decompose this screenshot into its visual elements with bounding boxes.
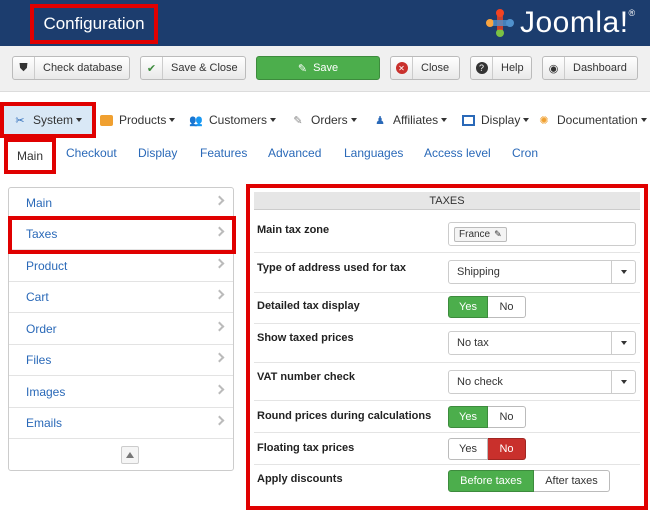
detailed-tax-toggle: Yes No xyxy=(448,296,526,318)
caret-down-icon xyxy=(640,118,647,122)
tab-languages[interactable]: Languages xyxy=(344,146,403,160)
sidebar-item-images[interactable]: Images xyxy=(9,377,233,408)
tab-advanced[interactable]: Advanced xyxy=(268,146,321,160)
sidebar-taxes-highlight xyxy=(8,216,236,254)
menu-system[interactable]: ✂ System xyxy=(12,106,83,134)
taxes-panel: TAXES Main tax zone France ✎ Type of add… xyxy=(246,184,648,510)
sidebar-item-emails[interactable]: Emails xyxy=(9,408,233,439)
caret-down-icon xyxy=(523,118,530,122)
sidebar-item-files[interactable]: Files xyxy=(9,345,233,376)
close-button[interactable]: ✕ Close xyxy=(390,56,460,80)
panel-heading: TAXES xyxy=(254,192,640,210)
caret-down-icon xyxy=(611,332,635,354)
caret-down-icon xyxy=(611,371,635,393)
detailed-tax-label: Detailed tax display xyxy=(257,300,360,312)
shield-icon: ⛊ xyxy=(13,57,35,79)
help-icon: ? xyxy=(471,57,493,79)
apply-discounts-label: Apply discounts xyxy=(257,473,343,485)
orders-icon: ✎ xyxy=(293,114,303,127)
menu-affiliates[interactable]: ♟ Affiliates xyxy=(372,106,448,134)
page-title: Configuration xyxy=(30,4,158,44)
caret-down-icon xyxy=(76,118,83,122)
round-prices-label: Round prices during calculations xyxy=(257,410,432,422)
apply-discounts-toggle: Before taxes After taxes xyxy=(448,470,610,492)
round-prices-yes[interactable]: Yes xyxy=(448,406,488,428)
floating-tax-toggle: Yes No xyxy=(448,438,526,460)
show-taxed-label: Show taxed prices xyxy=(257,332,354,344)
main-tax-zone-label: Main tax zone xyxy=(257,224,330,236)
show-taxed-select[interactable]: No tax xyxy=(448,331,636,355)
sidebar-item-order[interactable]: Order xyxy=(9,314,233,345)
affiliates-icon: ♟ xyxy=(375,114,385,127)
round-prices-toggle: Yes No xyxy=(448,406,526,428)
main-tax-zone-field[interactable]: France ✎ xyxy=(448,222,636,246)
chevron-right-icon xyxy=(214,352,225,363)
caret-down-icon xyxy=(441,118,448,122)
pencil-icon: ✎ xyxy=(494,229,502,239)
close-icon: ✕ xyxy=(391,57,413,79)
detailed-tax-yes[interactable]: Yes xyxy=(448,296,488,318)
menu-display[interactable]: Display xyxy=(460,106,530,134)
tab-display[interactable]: Display xyxy=(138,146,177,160)
chevron-right-icon xyxy=(214,258,225,269)
dashboard-icon: ◉ xyxy=(543,57,565,79)
users-icon: 👥 xyxy=(189,114,203,127)
caret-down-icon xyxy=(270,118,277,122)
detailed-tax-no[interactable]: No xyxy=(488,296,526,318)
discounts-after-taxes[interactable]: After taxes xyxy=(534,470,610,492)
sidebar-item-product[interactable]: Product xyxy=(9,251,233,282)
vat-check-label: VAT number check xyxy=(257,371,356,383)
joomla-logo-icon xyxy=(484,7,516,39)
caret-down-icon xyxy=(169,118,176,122)
menu-products[interactable]: Products xyxy=(98,106,176,134)
save-button[interactable]: ✎ Save xyxy=(256,56,380,80)
display-icon xyxy=(460,113,476,127)
sidebar-item-cart[interactable]: Cart xyxy=(9,282,233,313)
round-prices-no[interactable]: No xyxy=(488,406,526,428)
floating-tax-yes[interactable]: Yes xyxy=(448,438,488,460)
floating-tax-label: Floating tax prices xyxy=(257,442,355,454)
discounts-before-taxes[interactable]: Before taxes xyxy=(448,470,534,492)
caret-down-icon xyxy=(350,118,357,122)
menu-customers[interactable]: 👥 Customers xyxy=(188,106,277,134)
vat-check-select[interactable]: No check xyxy=(448,370,636,394)
dashboard-button[interactable]: ◉ Dashboard xyxy=(542,56,638,80)
tab-access-level[interactable]: Access level xyxy=(424,146,491,160)
chevron-right-icon xyxy=(214,415,225,426)
tab-features[interactable]: Features xyxy=(200,146,247,160)
wrench-icon: ✂ xyxy=(15,114,25,127)
app-header: Configuration Joomla! ® xyxy=(0,0,650,46)
chevron-right-icon xyxy=(214,195,225,206)
edit-icon: ✎ xyxy=(297,62,308,75)
help-button[interactable]: ? Help xyxy=(470,56,532,80)
joomla-logo: Joomla! ® xyxy=(484,6,635,40)
toolbar: ⛊ Check database ✔ Save & Close ✎ Save ✕… xyxy=(0,46,650,92)
address-type-select[interactable]: Shipping xyxy=(448,260,636,284)
chevron-right-icon xyxy=(214,289,225,300)
check-database-button[interactable]: ⛊ Check database xyxy=(12,56,130,80)
menu-documentation[interactable]: ✺ Documentation xyxy=(536,106,647,134)
sidebar-item-main[interactable]: Main xyxy=(9,188,233,219)
chevron-right-icon xyxy=(214,384,225,395)
chevron-right-icon xyxy=(214,321,225,332)
check-icon: ✔ xyxy=(141,57,163,79)
menu-orders[interactable]: ✎ Orders xyxy=(290,106,357,134)
save-close-button[interactable]: ✔ Save & Close xyxy=(140,56,246,80)
scroll-to-top-button[interactable] xyxy=(121,446,139,464)
main-menu: ✂ System Products 👥 Customers ✎ Orders ♟… xyxy=(0,102,650,138)
tab-checkout[interactable]: Checkout xyxy=(66,146,117,160)
tab-cron[interactable]: Cron xyxy=(512,146,538,160)
documentation-icon: ✺ xyxy=(539,114,549,127)
config-tabs: Checkout Display Features Advanced Langu… xyxy=(0,138,650,174)
caret-down-icon xyxy=(611,261,635,283)
products-icon xyxy=(98,113,114,127)
address-type-label: Type of address used for tax xyxy=(257,262,406,274)
floating-tax-no[interactable]: No xyxy=(488,438,526,460)
arrow-up-icon xyxy=(126,452,134,458)
tax-zone-tag[interactable]: France ✎ xyxy=(454,227,507,242)
